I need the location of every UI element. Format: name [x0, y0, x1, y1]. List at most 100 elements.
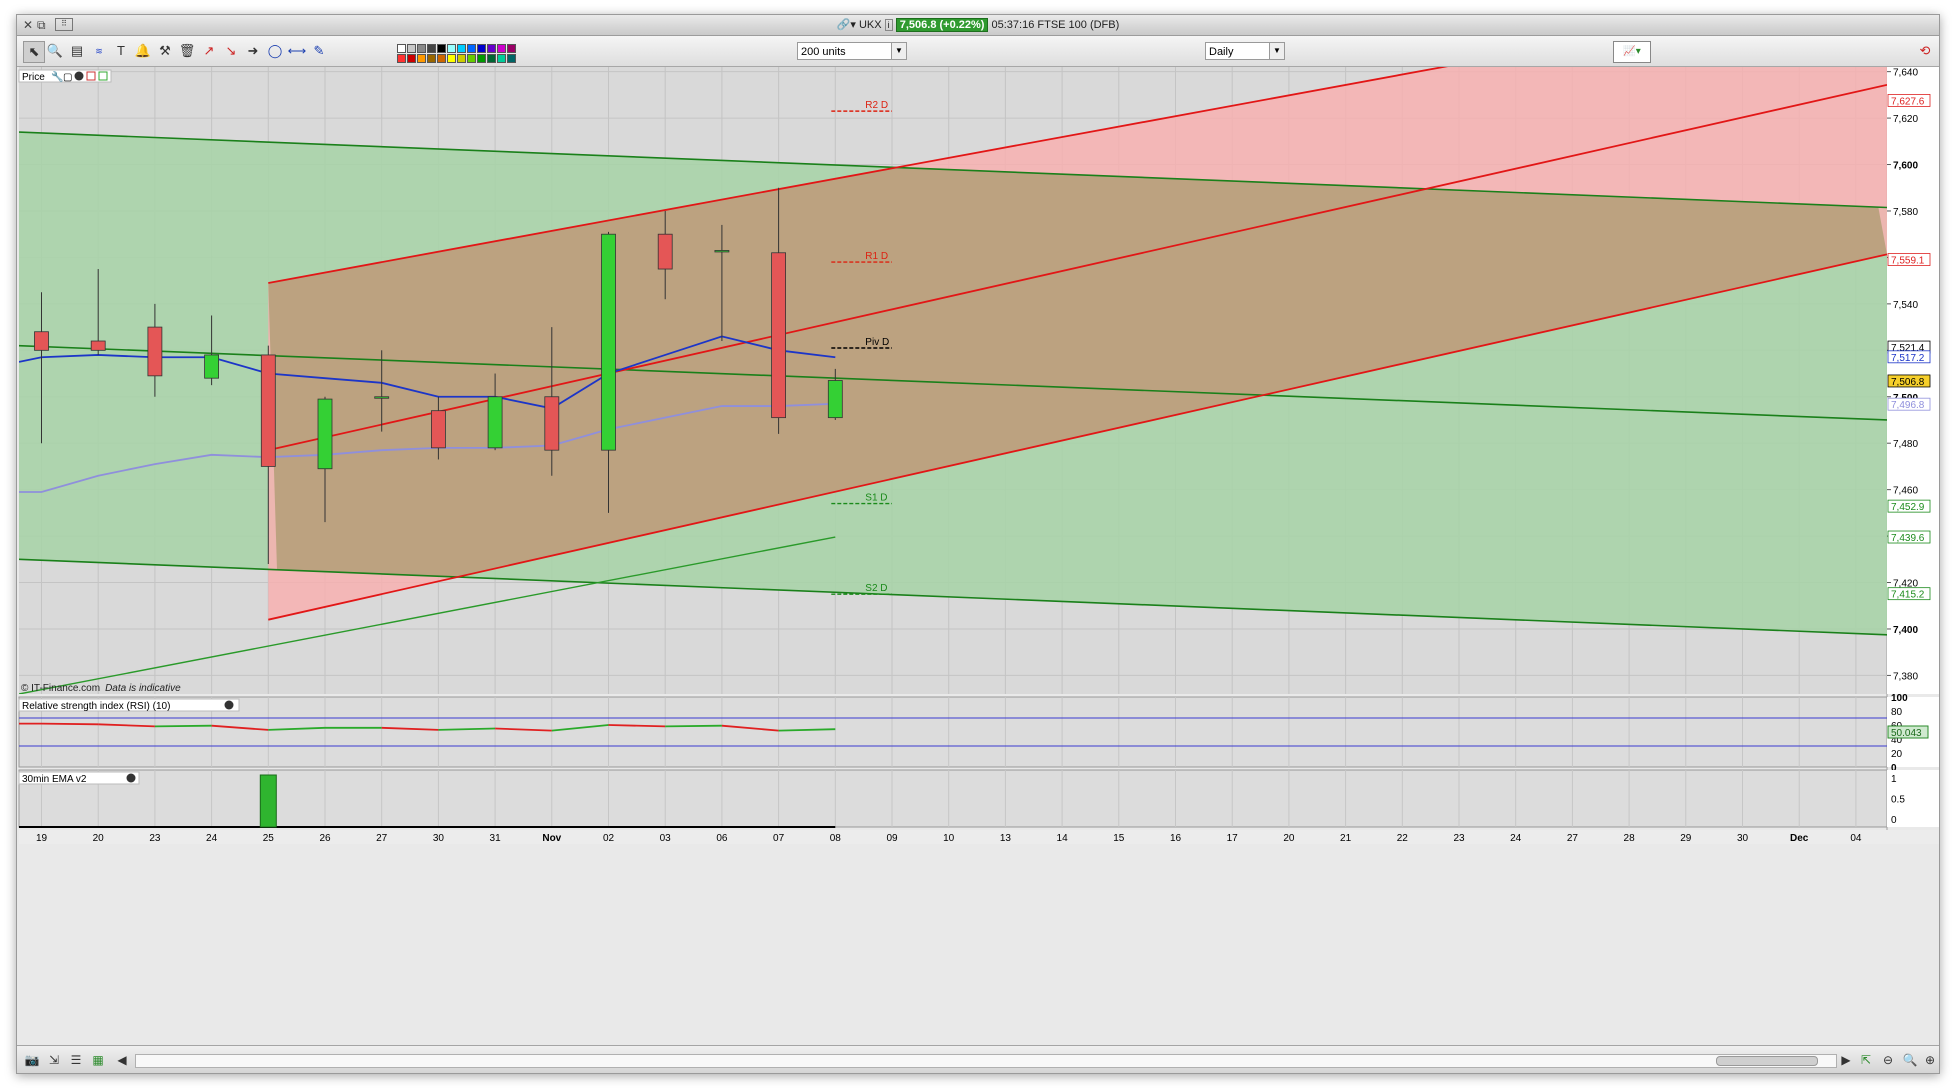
scrollbar[interactable]: [135, 1054, 1837, 1068]
rsi-value-label: 50.043: [1891, 728, 1922, 739]
candle-body: [544, 396, 560, 451]
date-tick-label: 23: [1453, 833, 1465, 844]
hammer-icon[interactable]: ⚒: [155, 41, 175, 61]
time-market: 05:37:16 FTSE 100 (DFB): [991, 19, 1120, 31]
date-tick-label: 02: [603, 833, 615, 844]
pencil-icon[interactable]: ✎: [309, 41, 329, 61]
zoom-out-icon[interactable]: ⊖: [1879, 1052, 1897, 1068]
window-icon[interactable]: ▢: [63, 72, 72, 83]
units-select[interactable]: 200 units ▼: [797, 42, 907, 60]
candle-body: [90, 340, 106, 351]
wrench-icon[interactable]: 🔧: [51, 70, 63, 83]
ema-plot-bg: [18, 769, 1888, 828]
chevron-down-icon: ▼: [891, 43, 906, 59]
fib-icon[interactable]: ≋: [89, 41, 109, 61]
close-icon: [224, 700, 234, 710]
title-center: 🔗▾ UKX i 7,506.8 (+0.22%) 05:37:16 FTSE …: [17, 18, 1939, 32]
date-tick-label: 08: [830, 833, 842, 844]
text-icon[interactable]: T: [111, 41, 131, 61]
rsi-title: Relative strength index (RSI) (10): [22, 701, 170, 712]
date-tick-label: 22: [1397, 833, 1409, 844]
pivot-label: Piv D: [865, 337, 889, 348]
date-tick-label: 04: [1850, 833, 1862, 844]
line-down-icon[interactable]: ↘: [221, 41, 241, 61]
candle-body: [827, 380, 843, 419]
indicators-icon[interactable]: ▦: [89, 1052, 107, 1068]
candle-body: [601, 233, 616, 451]
zoom-in-icon[interactable]: ⊕: [1921, 1052, 1939, 1068]
date-tick-label: 20: [93, 833, 105, 844]
date-tick-label: 27: [1567, 833, 1579, 844]
ema-bar: [259, 774, 277, 828]
candle-body: [34, 331, 49, 351]
candle-body: [204, 354, 220, 379]
date-tick-label: 03: [660, 833, 672, 844]
pivot-label: R1 D: [865, 251, 888, 262]
rsi-line-segment: [41, 722, 99, 726]
price-tag-label: 7,627.6: [1891, 96, 1925, 107]
link-icon[interactable]: 🔗▾: [837, 19, 856, 31]
ema-scale-label: 0.5: [1891, 795, 1905, 806]
chart-style-icon[interactable]: 📈▾: [1613, 41, 1651, 63]
scroll-left-icon[interactable]: ◀: [113, 1052, 131, 1068]
refresh-icon[interactable]: ⟲: [1915, 41, 1935, 61]
price-tag-label: 7,559.1: [1891, 256, 1925, 267]
date-tick-label: 23: [149, 833, 161, 844]
ema-title: 30min EMA v2: [22, 774, 87, 785]
price-badge: 7,506.8 (+0.22%): [895, 18, 989, 32]
y-tick-label: 7,380: [1893, 671, 1918, 682]
candle-body: [147, 326, 163, 377]
date-tick-label: 09: [886, 833, 898, 844]
chart-icon[interactable]: ▤: [67, 41, 87, 61]
rsi-scale-label: 100: [1891, 693, 1908, 704]
candle-body: [260, 354, 276, 467]
candle-body: [714, 250, 730, 253]
screenshot-icon[interactable]: 📷: [23, 1052, 41, 1068]
expand-icon[interactable]: [98, 71, 108, 81]
pivot-label: S1 D: [865, 493, 887, 504]
price-tag-label: 7,439.6: [1891, 533, 1925, 544]
zoom-fit-icon[interactable]: ⇱: [1857, 1052, 1875, 1068]
period-value: Daily: [1209, 46, 1234, 58]
candle-body: [771, 252, 786, 419]
scrollbar-thumb[interactable]: [1716, 1056, 1818, 1066]
date-tick-label: 07: [773, 833, 785, 844]
info-icon[interactable]: i: [884, 19, 893, 31]
date-tick-label: 30: [1737, 833, 1749, 844]
arrow-icon[interactable]: ➜: [243, 41, 263, 61]
status-bar: 📷 ⇲ ☰ ▦ ◀ ▶ ⇱ ⊖ 🔍 ⊕: [17, 1045, 1939, 1073]
instrument-name: UKX: [858, 19, 882, 31]
date-tick-label: 17: [1227, 833, 1239, 844]
date-tick-label: 28: [1624, 833, 1636, 844]
ellipse-icon[interactable]: ◯: [265, 41, 285, 61]
trash-icon[interactable]: 🗑: [177, 41, 197, 61]
date-tick-label: Dec: [1790, 833, 1809, 844]
y-tick-label: 7,460: [1893, 486, 1918, 497]
y-tick-label: 7,600: [1893, 161, 1918, 172]
line-up-icon[interactable]: ↗: [199, 41, 219, 61]
zoom-icon[interactable]: 🔍: [45, 41, 65, 61]
close-icon: [126, 773, 136, 783]
scroll-right-icon[interactable]: ▶: [1837, 1052, 1855, 1068]
add-icon[interactable]: [86, 71, 96, 81]
price-header: Price 🔧 ▢: [18, 69, 112, 83]
title-bar: ✕ ⧉ ⠿ 🔗▾ UKX i 7,506.8 (+0.22%) 05:37:16…: [17, 15, 1939, 36]
price-tag-label: 7,506.8: [1891, 377, 1925, 388]
alarm-icon[interactable]: 🔔: [133, 41, 153, 61]
zoom-area-icon[interactable]: 🔍: [1901, 1052, 1919, 1068]
period-select[interactable]: Daily ▼: [1205, 42, 1285, 60]
close-icon[interactable]: [74, 71, 84, 81]
rsi-scale-label: 20: [1891, 749, 1903, 760]
y-tick-label: 7,580: [1893, 207, 1918, 218]
pivot-label: S2 D: [865, 583, 887, 594]
export-icon[interactable]: ⇲: [45, 1052, 63, 1068]
y-tick-label: 7,480: [1893, 439, 1918, 450]
hline-icon[interactable]: ⟷: [287, 41, 307, 61]
date-tick-label: 24: [206, 833, 218, 844]
drawing-toolbar: ⬉ 🔍 ▤ ≋ T 🔔 ⚒ 🗑 ↗ ↘ ➜ ◯ ⟷ ✎ 200 units ▼ D…: [17, 36, 1939, 67]
pointer-icon[interactable]: ⬉: [23, 41, 45, 63]
list-icon[interactable]: ☰: [67, 1052, 85, 1068]
date-tick-label: 10: [943, 833, 955, 844]
price-label: Price: [22, 72, 45, 83]
y-tick-label: 7,620: [1893, 114, 1918, 125]
